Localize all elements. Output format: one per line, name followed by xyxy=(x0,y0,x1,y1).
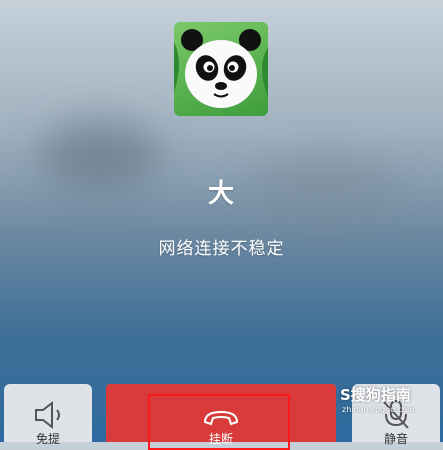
speaker-icon xyxy=(35,400,60,430)
caller-name: 大 xyxy=(207,179,235,209)
speaker-label: 免提 xyxy=(35,432,60,446)
caller-avatar xyxy=(174,22,268,116)
watermark-url: zhinan.sogou.com xyxy=(342,405,415,414)
speaker-button[interactable]: 免提 xyxy=(4,384,92,446)
panda-avatar-icon xyxy=(174,29,268,108)
end-call-button[interactable]: 挂断 xyxy=(106,384,336,450)
watermark: S搜狗指南 xyxy=(340,386,411,404)
mute-label: 静音 xyxy=(383,432,408,446)
hang-up-icon xyxy=(203,410,239,426)
call-status: 网络连接不稳定 xyxy=(158,239,285,259)
end-call-label: 挂断 xyxy=(208,432,233,446)
